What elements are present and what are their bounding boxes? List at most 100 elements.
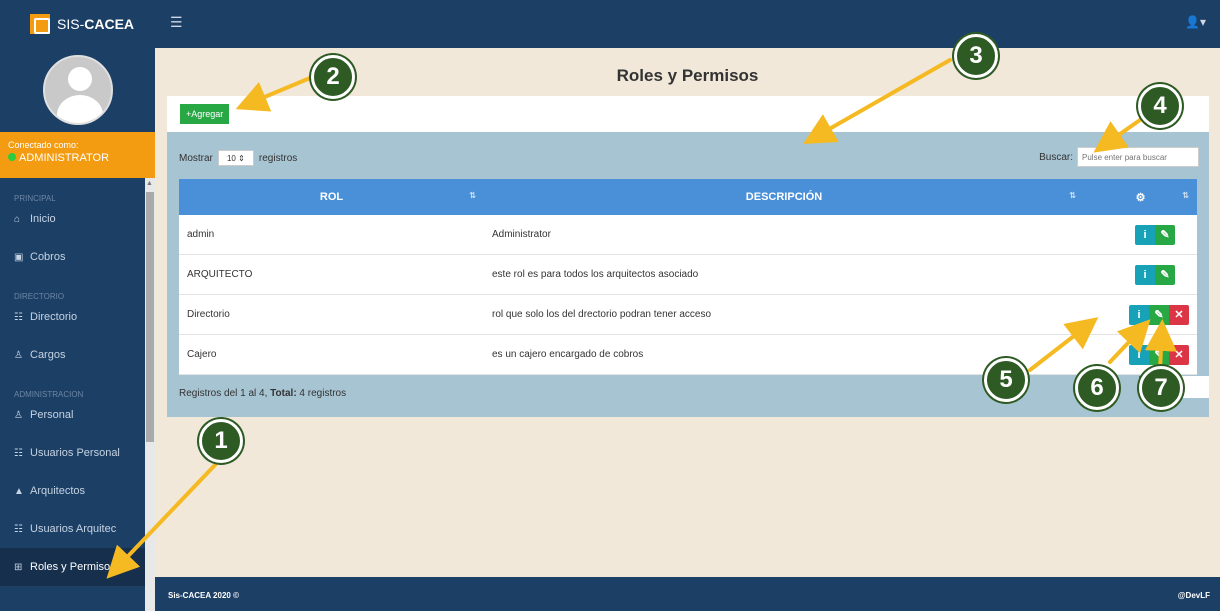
table-icon: ⊞ [14,561,23,573]
callout-4: 4 [1138,84,1182,128]
sidebar-item-inicio[interactable]: ⌂ Inicio [0,200,145,238]
edit-button[interactable]: ✎ [1149,344,1169,365]
brand-logo[interactable]: SIS- CACEA [0,0,155,48]
column-header-descripcion[interactable]: DESCRIPCIÓN ⇅ [484,191,1084,203]
main-content: Roles y Permisos +Agregar Mostrar 10 ⇕ r… [155,48,1220,577]
info-button[interactable]: i [1135,264,1155,285]
cell-rol: admin [187,229,215,240]
cell-rol: ARQUITECTO [187,269,253,280]
cell-descripcion: este rol es para todos los arquitectos a… [492,269,699,280]
sidebar-item-cobros[interactable]: ▣ Cobros [0,238,145,276]
sort-icon[interactable]: ⇅ [1182,191,1189,200]
sidebar-item-label: Usuarios Personal [30,447,120,459]
sidebar-item-label: Roles y Permisos [30,561,116,573]
nav-section-administracion: ADMINISTRACION [14,390,84,399]
gears-icon: ⚙ [1135,191,1146,204]
page-footer: Sis-CACEA 2020 © @DevLF [155,577,1220,611]
sidebar-item-label: Usuarios Arquitec [30,523,117,535]
search-control: Buscar: [1039,147,1199,167]
callout-5: 5 [984,358,1028,402]
cell-rol: Cajero [187,349,217,360]
sidebar-item-label: Personal [30,409,74,421]
info-button[interactable]: i [1135,224,1155,245]
column-header-rol[interactable]: ROL ⇅ [179,191,484,203]
roles-table: ROL ⇅ DESCRIPCIÓN ⇅ ⚙ ⇅ admin Administrator… [179,179,1197,375]
footer-author: @DevLF [1177,591,1210,600]
nav-section-principal: PRINCIPAL [14,194,56,203]
connected-panel: Conectado como: ADMINISTRATOR [0,132,155,178]
roles-table-panel: Mostrar 10 ⇕ registros Buscar: ROL⇅ DESC… [167,132,1209,417]
sidebar-item-label: Cobros [30,251,66,263]
scroll-up-icon[interactable]: ▲ [146,180,153,187]
sidebar-item-label: Cargos [30,349,66,361]
row-actions: i ✎ ✕ [1084,304,1197,325]
top-navbar: SIS- CACEA ☰ 👤▾ [0,0,1220,48]
column-header-actions: ⚙ ⇅ [1084,191,1197,204]
sidebar-item-roles-permisos[interactable]: ⊞ Roles y Permisos [0,548,145,586]
logo-icon [30,14,50,34]
edit-button[interactable]: ✎ [1155,264,1175,285]
delete-button[interactable]: ✕ [1169,304,1189,325]
nav-section-directorio: DIRECTORIO [14,292,65,301]
edit-button[interactable]: ✎ [1149,304,1169,325]
sidebar-item-label: Directorio [30,311,78,323]
connected-label: Conectado como: [8,140,79,150]
show-suffix: registros [258,152,298,164]
sidebar-scrollbar[interactable]: ▲ [145,178,155,611]
cell-rol: Directorio [187,309,230,320]
brand-prefix: SIS- [57,16,85,32]
table-row: ARQUITECTO este rol es para todos los ar… [179,255,1197,295]
sidebar-item-arquitectos[interactable]: ▲ Arquitectos [0,472,145,510]
home-icon: ⌂ [14,213,21,225]
sidebar-nav: PRINCIPAL ⌂ Inicio ▣ Cobros DIRECTORIO ☷ Di… [0,178,145,586]
table-row: Directorio rol que solo los del drectori… [179,295,1197,335]
footer-copyright: Sis-CACEA 2020 © [168,591,239,600]
sidebar: Conectado como: ADMINISTRATOR PRINCIPAL … [0,48,155,611]
info-button[interactable]: i [1129,344,1149,365]
callout-6: 6 [1075,366,1119,410]
delete-button[interactable]: ✕ [1169,344,1189,365]
sidebar-item-directorio[interactable]: ☷ Directorio [0,298,145,336]
row-actions: i ✎ [1084,264,1197,285]
callout-2: 2 [311,55,355,99]
user-icon: ♙ [14,409,23,421]
user-icon: ♙ [14,349,23,361]
menu-toggle-icon[interactable]: ☰ [170,14,183,31]
sidebar-item-personal[interactable]: ♙ Personal [0,396,145,434]
table-row: Cajero es un cajero encargado de cobros … [179,335,1197,375]
page-size-value: 10 [226,153,236,163]
callout-3: 3 [954,34,998,78]
edit-button[interactable]: ✎ [1155,224,1175,245]
row-actions: i ✎ ✕ [1084,344,1197,365]
brand-name: CACEA [84,16,135,32]
callout-1: 1 [199,419,243,463]
users-icon: ☷ [14,447,23,459]
sort-icon[interactable]: ⇅ [1069,191,1076,200]
callout-7: 7 [1139,366,1183,410]
search-label: Buscar: [1039,151,1073,163]
cell-descripcion: rol que solo los del drectorio podran te… [492,309,712,320]
graduation-cap-icon: ▲ [14,485,24,497]
search-input[interactable] [1077,147,1199,167]
sort-icon[interactable]: ⇅ [469,191,476,200]
money-icon: ▣ [14,251,24,263]
sidebar-item-cargos[interactable]: ♙ Cargos [0,336,145,374]
users-icon: ☷ [14,523,23,535]
show-prefix: Mostrar [179,152,213,164]
add-button[interactable]: +Agregar [180,104,230,124]
online-status-icon [8,153,16,161]
user-menu-icon[interactable]: 👤▾ [1185,15,1206,29]
cell-descripcion: es un cajero encargado de cobros [492,349,644,360]
page-size-select[interactable]: 10 ⇕ [217,150,254,166]
sidebar-item-label: Arquitectos [30,485,86,497]
sidebar-item-usuarios-arquitectos[interactable]: ☷ Usuarios Arquitec [0,510,145,548]
page-size-control: Mostrar 10 ⇕ registros [179,150,297,166]
sidebar-item-label: Inicio [30,213,56,225]
scrollbar-thumb[interactable] [146,192,154,442]
sidebar-item-usuarios-personal[interactable]: ☷ Usuarios Personal [0,434,145,472]
records-info: Registros del 1 al 4, Total: 4 registros [179,388,347,399]
info-button[interactable]: i [1129,304,1149,325]
toolbar: +Agregar [167,96,1209,132]
table-header: ROL ⇅ DESCRIPCIÓN ⇅ ⚙ ⇅ [179,179,1197,215]
table-row: admin Administrator i ✎ [179,215,1197,255]
